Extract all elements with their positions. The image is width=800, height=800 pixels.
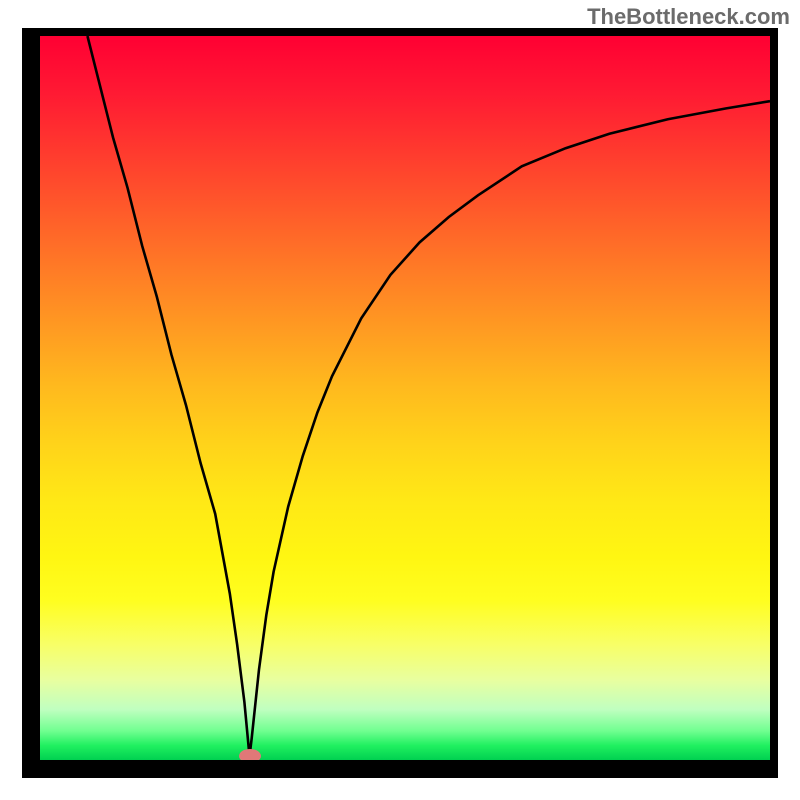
plot-area xyxy=(40,36,770,760)
watermark-text: TheBottleneck.com xyxy=(587,4,790,30)
chart-container: TheBottleneck.com xyxy=(0,0,800,800)
bottleneck-curve xyxy=(87,36,770,756)
minimum-marker xyxy=(239,749,261,760)
chart-frame xyxy=(22,28,778,778)
curve-svg xyxy=(40,36,770,760)
